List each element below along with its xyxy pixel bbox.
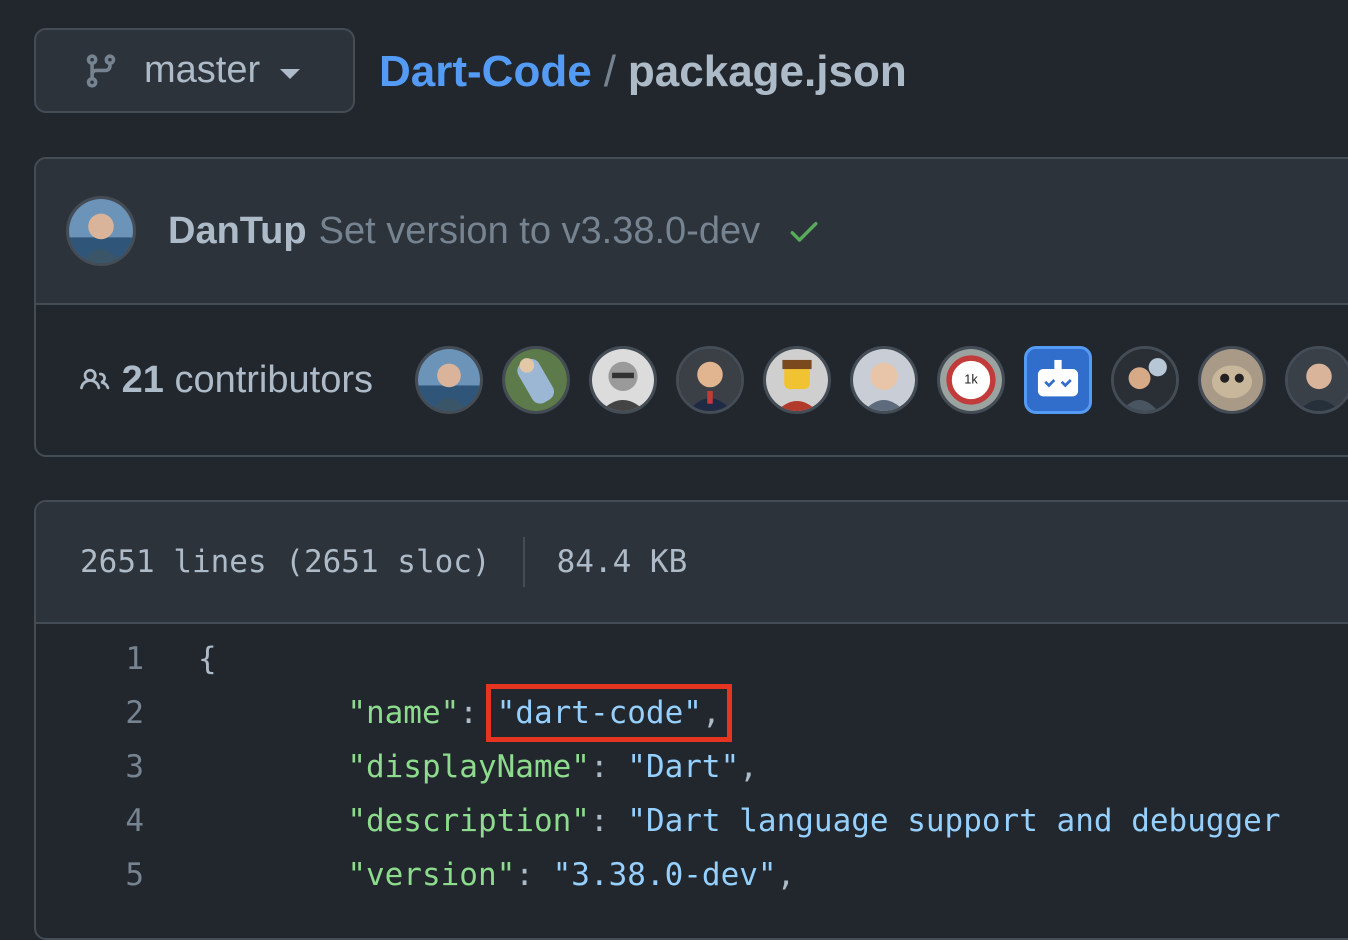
line-number[interactable]: 2 (36, 695, 146, 731)
contributor-avatar[interactable] (1198, 346, 1266, 414)
json-key: "name" (347, 695, 460, 731)
json-value: "dart-code" (496, 695, 702, 731)
json-value: "3.38.0-dev" (552, 857, 777, 893)
commit-author-link[interactable]: DanTup (168, 210, 307, 253)
json-value: "Dart" (627, 749, 740, 785)
json-key: "displayName" (347, 749, 590, 785)
code-line: 4 "description": "Dart language support … (36, 794, 1348, 848)
code-text: "displayName": "Dart", (146, 749, 758, 785)
robot-icon (1037, 359, 1079, 397)
contributor-avatar[interactable] (676, 346, 744, 414)
check-icon[interactable] (786, 213, 822, 249)
contributors-row: 21 contributors 1k (36, 305, 1348, 455)
contributor-avatar[interactable] (502, 346, 570, 414)
line-number[interactable]: 3 (36, 749, 146, 785)
json-value: "Dart language support and debugger (627, 803, 1281, 839)
branch-name: master (144, 49, 261, 91)
json-comma: , (701, 695, 721, 731)
contributors-link[interactable]: 21 contributors (122, 359, 373, 402)
breadcrumb: Dart-Code / package.json (379, 44, 907, 100)
json-colon: : (459, 695, 497, 731)
contributors-label: contributors (174, 358, 373, 401)
svg-text:1k: 1k (964, 372, 978, 387)
code-line: 5 "version": "3.38.0-dev", (36, 848, 1348, 902)
contributor-avatar[interactable] (1285, 346, 1348, 414)
git-branch-icon (86, 53, 116, 88)
json-comma: , (776, 857, 796, 893)
contributor-avatar[interactable] (1024, 346, 1092, 414)
code-line: 1 { (36, 632, 1348, 686)
code-line: 2 "name": "dart-code", (36, 684, 1348, 742)
json-colon: : (589, 749, 628, 785)
file-size: 84.4 KB (556, 544, 688, 580)
json-key: "version" (347, 857, 516, 893)
line-number[interactable]: 4 (36, 803, 146, 839)
contributor-avatar[interactable]: 1k (937, 346, 1005, 414)
latest-commit-row: DanTup Set version to v3.38.0-dev (36, 159, 1348, 305)
contributor-avatar[interactable] (589, 346, 657, 414)
contributor-avatars: 1k (415, 346, 1348, 414)
code-view: 1 { 2 "name": "dart-code", 3 "displayNam… (36, 624, 1348, 902)
json-colon: : (589, 803, 628, 839)
contributor-avatar[interactable] (850, 346, 918, 414)
contributor-avatar[interactable] (1111, 346, 1179, 414)
file-name: package.json (627, 47, 907, 96)
json-colon: : (515, 857, 553, 893)
contributors-count: 21 (121, 358, 164, 401)
code-text: "description": "Dart language support an… (146, 803, 1281, 839)
json-comma: , (739, 749, 758, 785)
file-content-box: 2651 lines (2651 sloc) 84.4 KB 1 { 2 "na… (34, 500, 1348, 940)
people-icon (80, 368, 110, 390)
code-text: "version": "3.38.0-dev", (146, 857, 795, 893)
avatar[interactable] (66, 196, 136, 266)
breadcrumb-separator: / (603, 47, 616, 96)
divider (522, 537, 525, 587)
contributor-avatar[interactable] (763, 346, 831, 414)
commit-message-link[interactable]: Set version to v3.38.0-dev (319, 210, 760, 253)
contributor-avatar[interactable] (415, 346, 483, 414)
code-line: 3 "displayName": "Dart", (36, 740, 1348, 794)
line-number[interactable]: 5 (36, 857, 146, 893)
file-line-count: 2651 lines (2651 sloc) (80, 544, 491, 580)
repo-link[interactable]: Dart-Code (379, 47, 592, 96)
highlighted-value: "dart-code", (485, 684, 732, 742)
file-commit-box: DanTup Set version to v3.38.0-dev 21 con… (34, 157, 1348, 457)
branch-select-button[interactable]: master (34, 28, 355, 113)
code-text: "name": "dart-code", (146, 684, 732, 742)
author-avatar-image (69, 199, 133, 263)
line-number[interactable]: 1 (36, 641, 146, 677)
file-info-header: 2651 lines (2651 sloc) 84.4 KB (36, 502, 1348, 624)
json-key: "description" (347, 803, 590, 839)
chevron-down-icon (280, 68, 301, 79)
code-text: { (198, 641, 217, 677)
